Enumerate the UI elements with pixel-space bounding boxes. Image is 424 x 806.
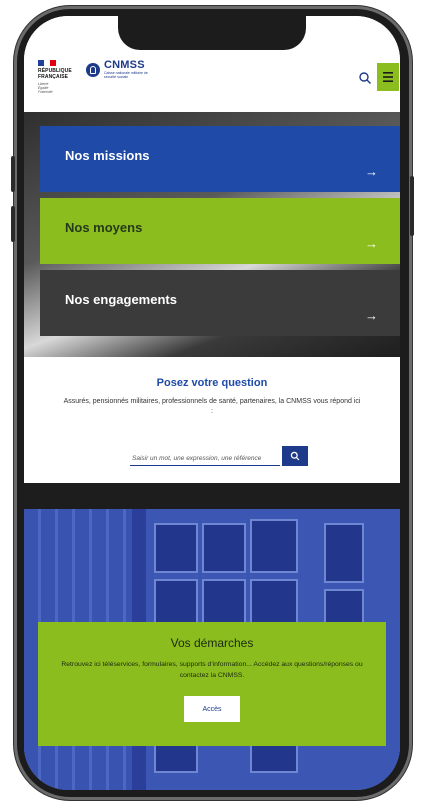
cnmss-emblem-icon: [86, 62, 100, 77]
volume-button: [11, 156, 15, 192]
arrow-right-icon: →: [365, 164, 378, 179]
menu-button[interactable]: [377, 63, 399, 91]
brand-name: CNMSS: [104, 59, 145, 71]
demarches-panel: Vos démarches Retrouvez ici téléservices…: [38, 622, 386, 746]
tile-nos-moyens[interactable]: Nos moyens →: [40, 198, 400, 264]
tile-label: Nos missions: [65, 148, 150, 163]
french-flag-icon: [38, 60, 56, 66]
question-description: Assurés, pensionnés militaires, professi…: [63, 398, 361, 405]
demarches-description: Retrouvez ici téléservices, formulaires,…: [61, 661, 363, 679]
menu-icon: [383, 72, 393, 82]
power-button: [410, 176, 414, 236]
rf-line: FRANÇAISE: [38, 73, 69, 80]
phone-screen: RÉPUBLIQUE FRANÇAISE Liberté Égalité Fra…: [24, 16, 400, 790]
question-search-field: [130, 447, 280, 467]
volume-button: [11, 206, 15, 242]
acces-button[interactable]: Accès: [184, 696, 240, 722]
tile-nos-engagements[interactable]: Nos engagements →: [40, 270, 400, 336]
rf-motto-line: Fraternité: [38, 90, 53, 94]
question-search-input[interactable]: [130, 450, 280, 467]
demarches-title: Vos démarches: [170, 636, 254, 650]
arrow-right-icon: →: [365, 308, 378, 323]
phone-notch: [118, 16, 306, 50]
tile-label: Nos engagements: [65, 292, 177, 307]
tile-nos-missions[interactable]: Nos missions →: [40, 126, 400, 192]
brand-subtitle: Caisse nationale militaire de sécurité s…: [104, 71, 148, 79]
tile-label: Nos moyens: [65, 220, 143, 235]
search-icon[interactable]: [358, 71, 372, 85]
republique-francaise-logo[interactable]: RÉPUBLIQUE FRANÇAISE Liberté Égalité Fra…: [38, 60, 82, 94]
question-search-button[interactable]: [282, 446, 308, 466]
question-colon: :: [211, 408, 213, 415]
question-panel: Posez votre question Assurés, pensionnés…: [24, 357, 400, 483]
arrow-right-icon: →: [365, 236, 378, 251]
question-title: Posez votre question: [156, 377, 268, 389]
cnmss-logo[interactable]: CNMSS Caisse nationale militaire de sécu…: [86, 60, 148, 79]
search-icon: [290, 451, 300, 461]
